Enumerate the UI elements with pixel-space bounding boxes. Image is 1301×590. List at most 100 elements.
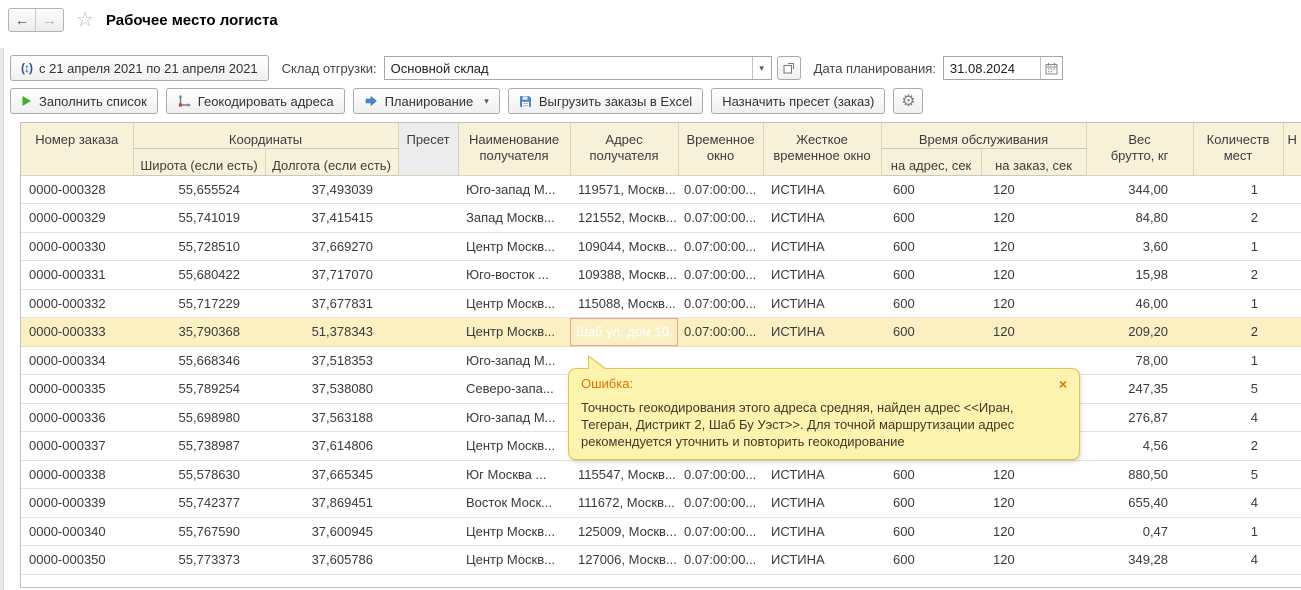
cell-order[interactable]: 0000-000340: [21, 517, 133, 546]
cell-t_order[interactable]: 120: [981, 204, 1086, 233]
cell-t_order[interactable]: 120: [981, 232, 1086, 261]
cell-weight[interactable]: 349,28: [1086, 546, 1193, 575]
fill-list-button[interactable]: Заполнить список: [10, 88, 158, 114]
cell-preset[interactable]: [398, 517, 458, 546]
cell-extra[interactable]: [1283, 232, 1301, 261]
cell-t_order[interactable]: 120: [981, 489, 1086, 518]
cell-window[interactable]: 0.07:00:00...: [678, 546, 763, 575]
cell-name[interactable]: Центр Москв...: [458, 432, 570, 461]
forward-button[interactable]: →: [36, 9, 63, 31]
cell-extra[interactable]: [1283, 546, 1301, 575]
cell-lon[interactable]: 37,493039: [265, 175, 398, 204]
cell-t_addr[interactable]: 600: [881, 517, 981, 546]
cell-order[interactable]: 0000-000333: [21, 318, 133, 347]
col-header-recipient-address[interactable]: Адрес получателя: [570, 123, 678, 175]
cell-places[interactable]: 1: [1193, 346, 1283, 375]
cell-addr[interactable]: 111672, Москв...: [570, 489, 678, 518]
cell-t_order[interactable]: 120: [981, 517, 1086, 546]
cell-hard[interactable]: ИСТИНА: [763, 289, 881, 318]
col-header-time-per-order[interactable]: на заказ, сек: [981, 149, 1086, 175]
settings-button[interactable]: ⚙: [893, 88, 923, 114]
cell-places[interactable]: 4: [1193, 546, 1283, 575]
cell-order[interactable]: 0000-000329: [21, 204, 133, 233]
cell-window[interactable]: 0.07:00:00...: [678, 318, 763, 347]
table-row[interactable]: 0000-00035055,77337337,605786Центр Москв…: [21, 546, 1301, 575]
cell-hard[interactable]: ИСТИНА: [763, 204, 881, 233]
cell-lon[interactable]: 37,563188: [265, 403, 398, 432]
col-header-gross-weight[interactable]: Вес брутто, кг: [1086, 123, 1193, 175]
cell-lat[interactable]: 35,790368: [133, 318, 265, 347]
cell-hard[interactable]: ИСТИНА: [763, 489, 881, 518]
cell-preset[interactable]: [398, 175, 458, 204]
cell-name[interactable]: Центр Москв...: [458, 232, 570, 261]
cell-lat[interactable]: 55,741019: [133, 204, 265, 233]
cell-extra[interactable]: [1283, 517, 1301, 546]
table-row[interactable]: 0000-00033155,68042237,717070Юго-восток …: [21, 261, 1301, 290]
cell-lon[interactable]: 37,614806: [265, 432, 398, 461]
cell-t_addr[interactable]: 600: [881, 261, 981, 290]
cell-lat[interactable]: 55,698980: [133, 403, 265, 432]
cell-preset[interactable]: [398, 289, 458, 318]
cell-weight[interactable]: 0,47: [1086, 517, 1193, 546]
cell-preset[interactable]: [398, 261, 458, 290]
cell-extra[interactable]: [1283, 432, 1301, 461]
cell-lon[interactable]: 37,415415: [265, 204, 398, 233]
cell-extra[interactable]: [1283, 403, 1301, 432]
cell-window[interactable]: 0.07:00:00...: [678, 204, 763, 233]
cell-preset[interactable]: [398, 403, 458, 432]
cell-weight[interactable]: 344,00: [1086, 175, 1193, 204]
cell-window[interactable]: 0.07:00:00...: [678, 517, 763, 546]
cell-lon[interactable]: 37,665345: [265, 460, 398, 489]
cell-order[interactable]: 0000-000328: [21, 175, 133, 204]
cell-weight[interactable]: 78,00: [1086, 346, 1193, 375]
cell-weight[interactable]: 276,87: [1086, 403, 1193, 432]
cell-lon[interactable]: 37,869451: [265, 489, 398, 518]
assign-preset-button[interactable]: Назначить пресет (заказ): [711, 88, 885, 114]
col-header-hard-window[interactable]: Жесткое временное окно: [763, 123, 881, 175]
cell-preset[interactable]: [398, 489, 458, 518]
geocode-button[interactable]: Геокодировать адреса: [166, 88, 345, 114]
cell-hard[interactable]: ИСТИНА: [763, 318, 881, 347]
cell-t_order[interactable]: 120: [981, 546, 1086, 575]
cell-weight[interactable]: 209,20: [1086, 318, 1193, 347]
cell-lon[interactable]: 51,378343: [265, 318, 398, 347]
cell-preset[interactable]: [398, 232, 458, 261]
table-row[interactable]: 0000-00034055,76759037,600945Центр Москв…: [21, 517, 1301, 546]
cell-weight[interactable]: 880,50: [1086, 460, 1193, 489]
cell-t_addr[interactable]: 600: [881, 489, 981, 518]
cell-order[interactable]: 0000-000334: [21, 346, 133, 375]
cell-places[interactable]: 4: [1193, 489, 1283, 518]
cell-preset[interactable]: [398, 460, 458, 489]
cell-t_addr[interactable]: 600: [881, 289, 981, 318]
tooltip-close-icon[interactable]: ×: [1059, 377, 1067, 391]
cell-t_order[interactable]: 120: [981, 460, 1086, 489]
cell-name[interactable]: Запад Москв...: [458, 204, 570, 233]
cell-window[interactable]: 0.07:00:00...: [678, 489, 763, 518]
cell-addr[interactable]: Шаб ул, дом 10,: [570, 318, 678, 347]
cell-weight[interactable]: 247,35: [1086, 375, 1193, 404]
cell-window[interactable]: 0.07:00:00...: [678, 261, 763, 290]
cell-preset[interactable]: [398, 546, 458, 575]
cell-name[interactable]: Центр Москв...: [458, 546, 570, 575]
cell-hard[interactable]: ИСТИНА: [763, 232, 881, 261]
cell-extra[interactable]: [1283, 489, 1301, 518]
cell-lat[interactable]: 55,668346: [133, 346, 265, 375]
cell-hard[interactable]: ИСТИНА: [763, 175, 881, 204]
planning-date-input[interactable]: [944, 57, 1040, 79]
cell-places[interactable]: 1: [1193, 289, 1283, 318]
cell-hard[interactable]: ИСТИНА: [763, 460, 881, 489]
cell-hard[interactable]: ИСТИНА: [763, 517, 881, 546]
cell-order[interactable]: 0000-000332: [21, 289, 133, 318]
cell-lat[interactable]: 55,742377: [133, 489, 265, 518]
planning-menu-button[interactable]: Планирование ▾: [353, 88, 500, 114]
cell-window[interactable]: 0.07:00:00...: [678, 232, 763, 261]
cell-extra[interactable]: [1283, 204, 1301, 233]
col-header-coordinates[interactable]: Координаты: [133, 123, 398, 149]
cell-weight[interactable]: 84,80: [1086, 204, 1193, 233]
table-row[interactable]: 0000-00032855,65552437,493039Юго-запад М…: [21, 175, 1301, 204]
table-row[interactable]: 0000-00033335,79036851,378343Центр Москв…: [21, 318, 1301, 347]
cell-lat[interactable]: 55,773373: [133, 546, 265, 575]
cell-weight[interactable]: 3,60: [1086, 232, 1193, 261]
cell-lat[interactable]: 55,717229: [133, 289, 265, 318]
cell-order[interactable]: 0000-000338: [21, 460, 133, 489]
